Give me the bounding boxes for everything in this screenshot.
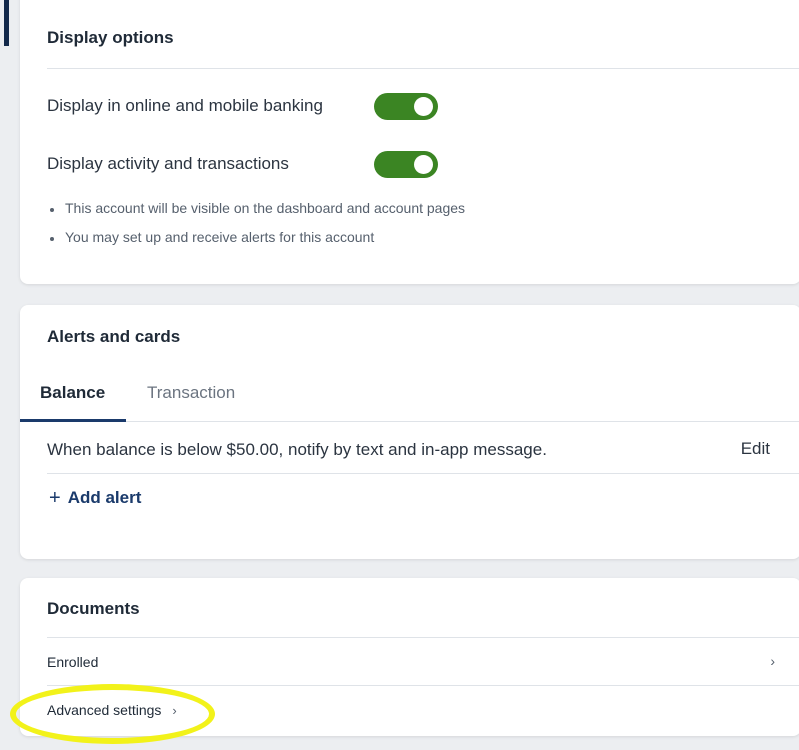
documents-card: Documents Enrolled › Advanced settings › <box>20 578 799 736</box>
left-accent-bar <box>4 0 9 46</box>
display-options-card: Display options Display in online and mo… <box>20 0 799 284</box>
chevron-right-icon: › <box>172 702 177 718</box>
documents-title: Documents <box>47 599 140 618</box>
active-tab-indicator <box>20 419 126 422</box>
divider <box>47 685 799 686</box>
toggle-label: Display in online and mobile banking <box>47 96 323 115</box>
balance-alert-description: When balance is below $50.00, notify by … <box>47 440 547 459</box>
activity-transactions-toggle[interactable] <box>374 151 438 178</box>
alerts-cards-title: Alerts and cards <box>47 327 181 346</box>
toggle-knob <box>414 97 433 116</box>
tab-transaction[interactable]: Transaction <box>147 383 235 403</box>
display-options-title: Display options <box>47 28 174 47</box>
toggle-row-online-banking: Display in online and mobile banking <box>47 96 323 116</box>
toggle-label: Display activity and transactions <box>47 154 289 173</box>
add-alert-button[interactable]: + Add alert <box>49 488 141 508</box>
chevron-right-icon: › <box>770 653 775 669</box>
alerts-cards-card: Alerts and cards Balance Transaction Whe… <box>20 305 799 559</box>
tab-balance[interactable]: Balance <box>40 383 105 403</box>
advanced-settings-label: Advanced settings <box>47 702 162 718</box>
info-bullet: You may set up and receive alerts for th… <box>49 229 465 258</box>
divider <box>47 473 799 474</box>
plus-icon: + <box>49 486 61 509</box>
divider <box>47 68 799 69</box>
toggle-row-activity: Display activity and transactions <box>47 154 289 174</box>
info-bullet-list: This account will be visible on the dash… <box>49 200 465 258</box>
add-alert-label: Add alert <box>67 488 142 507</box>
divider <box>47 637 799 638</box>
toggle-knob <box>414 155 433 174</box>
advanced-settings-link[interactable]: Advanced settings › <box>47 702 177 718</box>
edit-alert-link[interactable]: Edit <box>741 439 770 459</box>
info-bullet: This account will be visible on the dash… <box>49 200 465 229</box>
online-banking-toggle[interactable] <box>374 93 438 120</box>
tabs-divider <box>20 421 799 422</box>
documents-enrolled-link[interactable]: Enrolled <box>47 654 98 670</box>
